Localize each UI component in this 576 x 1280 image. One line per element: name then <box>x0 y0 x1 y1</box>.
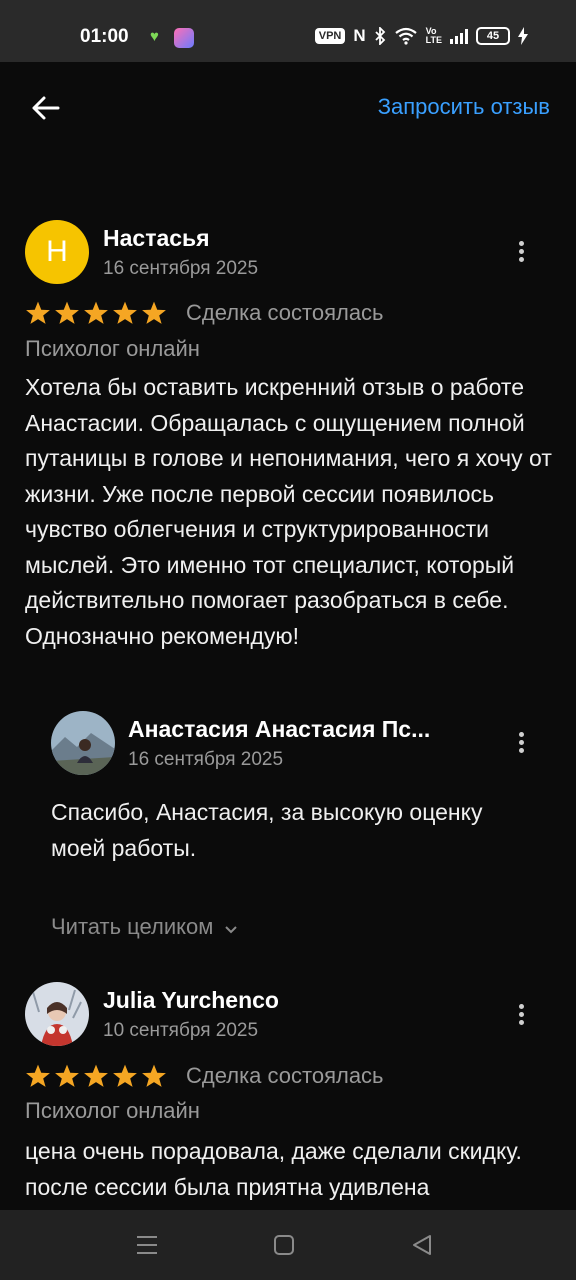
star-icon <box>142 301 166 324</box>
reply-text: Спасибо, Анастасия, за высокую оценку мо… <box>51 799 483 861</box>
chevron-down-icon <box>224 926 237 934</box>
reply-more-options-icon[interactable] <box>509 729 533 757</box>
star-icon <box>113 1064 137 1087</box>
review-text: Хотела бы оставить искренний отзыв о раб… <box>25 374 552 649</box>
charging-icon <box>518 27 528 45</box>
vpn-badge: VPN <box>314 28 346 44</box>
service-name: Психолог онлайн <box>25 336 200 361</box>
star-icon <box>55 1064 79 1087</box>
app-icon <box>174 28 194 48</box>
photo-image <box>51 711 115 775</box>
avatar-letter: Н <box>46 235 68 268</box>
reply-date: 16 сентября 2025 <box>128 749 284 770</box>
back-triangle-icon[interactable] <box>409 1232 435 1258</box>
system-nav-bar <box>0 1210 576 1280</box>
reply-avatar <box>51 711 115 775</box>
heart-icon: ♥ <box>150 28 159 45</box>
status-icons: VPN N Vo LTE 45 <box>314 26 528 46</box>
bluetooth-icon <box>375 27 385 45</box>
service-name: Психолог онлайн <box>25 1098 200 1123</box>
battery-icon: 45 <box>476 27 510 45</box>
deal-status: Сделка состоялась <box>186 1063 384 1088</box>
star-icon <box>84 1064 108 1087</box>
more-options-icon[interactable] <box>509 238 533 266</box>
wifi-icon <box>394 27 417 45</box>
status-time: 01:00 <box>80 26 129 47</box>
volte-icon: Vo LTE <box>425 26 442 45</box>
star-icon <box>113 301 137 324</box>
home-icon[interactable] <box>271 1232 297 1258</box>
star-icon <box>84 301 108 324</box>
deal-status: Сделка состоялась <box>186 300 384 325</box>
reply-author: Анастасия Анастасия Пс... <box>128 716 431 742</box>
review-text: цена очень порадовала, даже сделали скид… <box>25 1138 522 1200</box>
status-bar: 01:00 ♥ VPN N Vo LTE 45 <box>0 0 576 62</box>
avatar <box>25 982 89 1046</box>
review-date: 10 сентября 2025 <box>103 1020 259 1041</box>
photo-image <box>25 982 89 1046</box>
review-author: Настасья <box>103 225 210 251</box>
signal-icon <box>450 28 468 44</box>
arrow-left-icon[interactable] <box>28 90 64 126</box>
star-icon <box>142 1064 166 1087</box>
read-more-link[interactable]: Читать целиком <box>51 914 238 940</box>
star-icon <box>26 301 50 324</box>
rating-stars <box>25 1063 167 1089</box>
nfc-icon: N <box>353 26 366 45</box>
rating-stars <box>25 300 167 326</box>
menu-icon[interactable] <box>134 1232 160 1258</box>
more-options-icon[interactable] <box>509 1001 533 1029</box>
review-author: Julia Yurchenco <box>103 987 279 1013</box>
review-date: 16 сентября 2025 <box>103 258 259 279</box>
read-more-label: Читать целиком <box>51 914 214 939</box>
request-review-button[interactable]: Запросить отзыв <box>378 94 550 120</box>
avatar: Н <box>25 220 89 284</box>
star-icon <box>55 301 79 324</box>
star-icon <box>26 1064 50 1087</box>
